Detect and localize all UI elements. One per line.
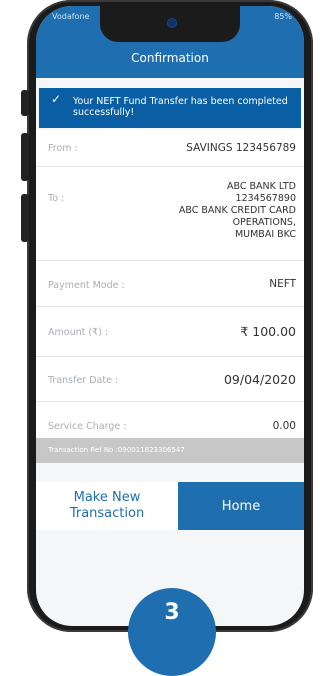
to-line: OPERATIONS, [232,217,296,228]
step-badge: 3 [128,588,216,676]
make-new-transaction-button[interactable]: Make New Transaction [36,482,178,530]
service-charge-row: Service Charge : 0.00 [36,402,304,442]
amount-value: ₹ 100.00 [240,324,296,339]
step-number: 3 [164,600,180,625]
from-value: SAVINGS 123456789 [186,142,296,154]
make-new-transaction-label: Make New Transaction [69,490,145,521]
phone-notch [100,6,240,42]
to-row: To : ABC BANK LTD 1234567890 ABC BANK CR… [36,167,304,261]
action-buttons: Make New Transaction Home [36,482,304,530]
transfer-date-row: Transfer Date : 09/04/2020 [36,357,304,402]
to-line: ABC BANK CREDIT CARD [178,205,296,216]
success-banner: ✓ Your NEFT Fund Transfer has been compl… [39,88,301,128]
service-charge-label: Service Charge : [48,421,127,432]
volume-up-button [21,133,29,181]
transfer-date-value: 09/04/2020 [223,372,296,387]
payment-mode-label: Payment Mode : [48,280,125,291]
from-row: From : SAVINGS 123456789 [36,130,304,167]
to-label: To : [48,193,65,204]
payment-mode-value: NEFT [269,278,296,290]
battery-indicator: 85% [274,12,292,21]
payment-mode-row: Payment Mode : NEFT [36,261,304,307]
mute-switch [21,90,29,116]
transaction-ref-bar: Transaction Ref No :090011823306547 [36,438,304,463]
to-line: ABC BANK LTD [227,181,296,192]
to-line: MUMBAI BKC [234,229,296,240]
service-charge-value: 0.00 [272,420,296,432]
home-button[interactable]: Home [178,482,304,530]
transfer-date-label: Transfer Date : [48,375,119,386]
transaction-ref-text: Transaction Ref No :090011823306547 [48,446,185,454]
from-label: From : [48,143,78,154]
to-value: ABC BANK LTD 1234567890 ABC BANK CREDIT … [179,181,296,241]
checkmark-icon: ✓ [51,92,62,106]
amount-label: Amount (₹) : [48,327,109,338]
phone-screen: Vodafone 85% Confirmation ✓ Your NEFT Fu… [36,6,304,626]
transfer-details: From : SAVINGS 123456789 To : ABC BANK L… [36,130,304,442]
amount-row: Amount (₹) : ₹ 100.00 [36,307,304,357]
to-line: 1234567890 [235,193,296,204]
volume-down-button [21,194,29,242]
carrier-label: Vodafone [52,12,90,21]
home-label: Home [221,498,261,514]
camera-icon [168,19,176,27]
success-message: Your NEFT Fund Transfer has been complet… [73,96,288,118]
